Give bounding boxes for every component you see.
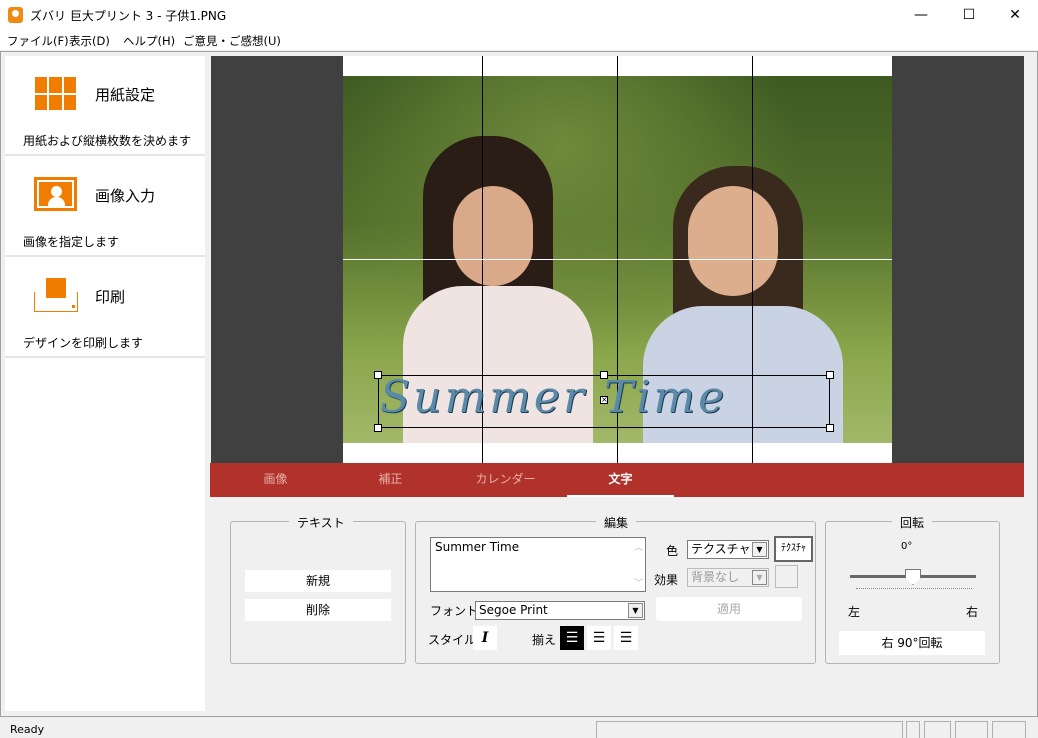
group-title: テキスト	[289, 514, 353, 531]
scroll-up-icon[interactable]: ︿	[634, 540, 643, 553]
tab-bar: 画像 補正 カレンダー 文字	[210, 463, 1024, 497]
color-select[interactable]: テクスチャ ▼	[687, 540, 769, 559]
text-input[interactable]: Summer Time ︿ ﹀	[430, 537, 646, 592]
font-value: Segoe Print	[479, 603, 548, 617]
status-panel	[906, 721, 920, 738]
minimize-button[interactable]: —	[898, 0, 944, 30]
effect-color-swatch[interactable]	[775, 565, 798, 588]
dropdown-arrow-icon: ▼	[628, 603, 643, 618]
color-label: 色	[666, 544, 679, 558]
status-panel	[924, 721, 951, 738]
sidebar: 用紙設定 用紙および縦横枚数を決めます 画像入力 画像を指定します 印刷 デザイ…	[5, 56, 205, 711]
title-bar: ズバリ 巨大プリント 3 - 子供1.PNG — ☐ ✕	[0, 0, 1038, 30]
rotate-group: 回転 0° 左 右 右 90°回転	[825, 514, 1000, 664]
sidebar-item-title: 画像入力	[95, 187, 156, 205]
rotate-right-button[interactable]: 右 90°回転	[839, 631, 985, 655]
printer-icon	[34, 278, 78, 312]
effect-label: 効果	[654, 573, 679, 587]
resize-handle[interactable]	[374, 424, 382, 432]
resize-handle[interactable]	[826, 424, 834, 432]
status-panel	[596, 721, 903, 738]
child-right-face	[688, 186, 778, 296]
resize-handle[interactable]	[374, 371, 382, 379]
text-group: テキスト 新規 削除	[230, 514, 406, 664]
texture-button[interactable]: ﾃｸｽﾁｬ	[774, 536, 813, 562]
align-center-icon[interactable]: ☰	[587, 626, 611, 650]
menu-view[interactable]: 表示(D)	[69, 33, 110, 49]
left-label: 左	[848, 605, 861, 619]
tab-calendar[interactable]: カレンダー	[452, 463, 559, 497]
status-text: Ready	[10, 723, 45, 736]
menu-help[interactable]: ヘルプ(H)	[123, 33, 175, 49]
align-right-icon[interactable]: ☰	[614, 626, 638, 650]
resize-handle[interactable]	[826, 371, 834, 379]
tab-image[interactable]: 画像	[222, 463, 329, 497]
sidebar-item-title: 用紙設定	[95, 86, 156, 104]
right-label: 右	[966, 605, 979, 619]
sidebar-item-paper-settings[interactable]: 用紙設定 用紙および縦横枚数を決めます	[5, 56, 205, 156]
menu-bar: ファイル(F) 表示(D) ヘルプ(H) ご意見・ご感想(U)	[0, 30, 1038, 50]
grid-icon	[35, 77, 76, 110]
group-title: 回転	[892, 514, 933, 531]
font-select[interactable]: Segoe Print ▼	[475, 601, 645, 620]
slider-thumb[interactable]	[905, 569, 921, 585]
font-label: フォント	[430, 604, 479, 618]
color-value: テクスチャ	[691, 542, 751, 556]
sidebar-item-desc: 用紙および縦横枚数を決めます	[23, 134, 192, 148]
dropdown-arrow-icon: ▼	[752, 570, 767, 585]
close-button[interactable]: ✕	[992, 0, 1038, 30]
scroll-down-icon[interactable]: ﹀	[634, 576, 643, 589]
text-input-value: Summer Time	[435, 540, 520, 554]
align-label: 揃え	[532, 633, 557, 647]
sidebar-item-print[interactable]: 印刷 デザインを印刷します	[5, 258, 205, 358]
slider-ticks	[856, 588, 972, 589]
status-panel	[955, 721, 988, 738]
align-left-icon[interactable]: ☰	[560, 626, 584, 650]
delete-text-button[interactable]: 削除	[245, 599, 391, 621]
text-selection-box[interactable]: ×	[374, 371, 834, 432]
group-title: 編集	[596, 514, 637, 531]
style-label: スタイル	[428, 633, 477, 647]
tab-correction[interactable]: 補正	[337, 463, 444, 497]
app-icon	[8, 7, 23, 23]
effect-value: 背景なし	[691, 570, 740, 584]
tile-divider	[343, 259, 892, 260]
status-panel	[992, 721, 1026, 738]
apply-button[interactable]: 適用	[656, 597, 802, 621]
window-title: ズバリ 巨大プリント 3 - 子供1.PNG	[30, 9, 227, 23]
status-bar: Ready	[0, 718, 1038, 738]
sidebar-item-desc: 画像を指定します	[23, 235, 120, 249]
angle-value: 0°	[901, 541, 913, 552]
italic-button[interactable]: I	[473, 626, 497, 650]
effect-select[interactable]: 背景なし ▼	[687, 568, 769, 587]
maximize-button[interactable]: ☐	[946, 0, 992, 30]
sidebar-item-desc: デザインを印刷します	[23, 336, 144, 350]
menu-feedback[interactable]: ご意見・ご感想(U)	[183, 33, 281, 49]
move-handle-icon[interactable]: ×	[600, 396, 608, 404]
sidebar-item-title: 印刷	[95, 288, 126, 306]
tab-text[interactable]: 文字	[567, 463, 674, 497]
resize-handle[interactable]	[600, 371, 608, 379]
sidebar-item-image-input[interactable]: 画像入力 画像を指定します	[5, 157, 205, 257]
image-icon	[34, 177, 77, 211]
dropdown-arrow-icon: ▼	[752, 542, 767, 557]
edit-group: 編集 Summer Time ︿ ﹀ 色 テクスチャ ▼ ﾃｸｽﾁｬ 効果 背景な…	[415, 514, 816, 664]
menu-file[interactable]: ファイル(F)	[7, 33, 69, 49]
new-text-button[interactable]: 新規	[245, 570, 391, 592]
child-left-face	[453, 186, 533, 286]
